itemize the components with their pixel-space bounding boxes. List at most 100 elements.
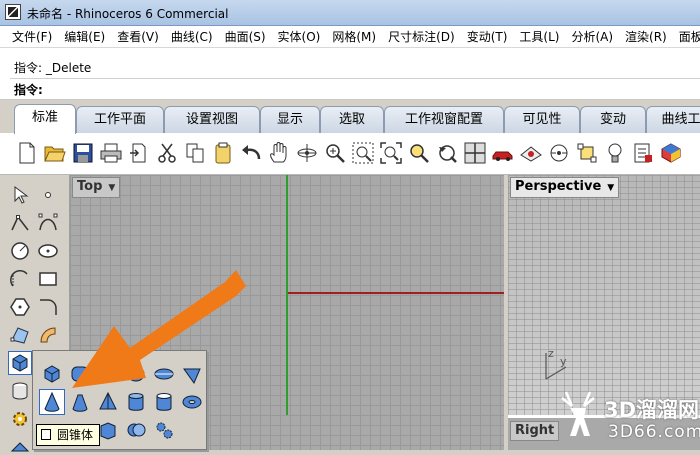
import-icon[interactable] bbox=[126, 140, 152, 166]
solid-tools-gear-icon[interactable] bbox=[151, 417, 177, 443]
menu-bar: 文件(F) 编辑(E) 查看(V) 曲线(C) 曲面(S) 实体(O) 网格(M) 尺寸标注(… bbox=[0, 26, 700, 48]
open-folder-icon[interactable] bbox=[42, 140, 68, 166]
toolbar-tabs: 标准 工作平面 设置视图 显示 选取 工作视窗配置 可见性 变动 曲线工 bbox=[0, 100, 700, 134]
sphere-icon[interactable] bbox=[67, 361, 93, 387]
paraboloid-icon[interactable] bbox=[151, 361, 177, 387]
menu-mesh[interactable]: 网格(M) bbox=[326, 26, 382, 47]
menu-view[interactable]: 查看(V) bbox=[111, 26, 165, 47]
viewport-title-perspective[interactable]: Perspective ▼ bbox=[510, 177, 620, 198]
boolean-icon[interactable] bbox=[123, 417, 149, 443]
chevron-down-icon: ▼ bbox=[607, 183, 615, 193]
new-file-icon[interactable] bbox=[14, 140, 40, 166]
tooltip-text: 圆锥体 bbox=[57, 428, 94, 442]
command-prompt-label: 指令: bbox=[14, 83, 43, 97]
cut-icon[interactable] bbox=[154, 140, 180, 166]
menu-curve[interactable]: 曲线(C) bbox=[165, 26, 219, 47]
select-points-icon[interactable] bbox=[574, 140, 600, 166]
tab-select[interactable]: 选取 bbox=[320, 106, 384, 133]
watermark-site: 3D66.com bbox=[608, 422, 700, 442]
save-icon[interactable] bbox=[70, 140, 96, 166]
zoom-extents-icon[interactable] bbox=[378, 140, 404, 166]
layer-icon[interactable] bbox=[630, 140, 656, 166]
tab-visibility[interactable]: 可见性 bbox=[504, 106, 580, 133]
analyze-icon[interactable] bbox=[8, 431, 32, 455]
polyline-icon[interactable] bbox=[8, 211, 32, 235]
pan-hand-icon[interactable] bbox=[266, 140, 292, 166]
perspective-viewport[interactable]: Perspective ▼ z y bbox=[508, 175, 700, 415]
tab-display[interactable]: 显示 bbox=[260, 106, 320, 133]
print-icon[interactable] bbox=[98, 140, 124, 166]
paste-icon[interactable] bbox=[210, 140, 236, 166]
solid-box-icon[interactable] bbox=[8, 351, 32, 375]
copy-icon[interactable] bbox=[182, 140, 208, 166]
y-axis-line bbox=[286, 175, 288, 415]
tab-viewport-layout[interactable]: 工作视窗配置 bbox=[384, 106, 504, 133]
mouse-icon bbox=[41, 429, 51, 440]
tab-set-view[interactable]: 设置视图 bbox=[164, 106, 260, 133]
torus-icon[interactable] bbox=[179, 389, 205, 415]
zoom-selected-icon[interactable] bbox=[406, 140, 432, 166]
polygon-icon[interactable] bbox=[8, 295, 32, 319]
undo-icon[interactable] bbox=[238, 140, 264, 166]
undo-view-icon[interactable] bbox=[434, 140, 460, 166]
axis-indicator: z y bbox=[545, 347, 567, 380]
surface-from-points-icon[interactable] bbox=[8, 323, 32, 347]
pyramid-icon[interactable] bbox=[95, 389, 121, 415]
menu-dimension[interactable]: 尺寸标注(D) bbox=[382, 26, 461, 47]
tab-curve-tools[interactable]: 曲线工 bbox=[646, 106, 700, 133]
menu-surface[interactable]: 曲面(S) bbox=[219, 26, 272, 47]
render-preview-icon[interactable] bbox=[518, 140, 544, 166]
watermark-brand: 3D溜溜网 bbox=[604, 398, 700, 422]
cylinder-tube-icon[interactable] bbox=[151, 389, 177, 415]
menu-analyze[interactable]: 分析(A) bbox=[565, 26, 619, 47]
axis-z-label: z bbox=[548, 347, 554, 360]
menu-transform[interactable]: 变动(T) bbox=[461, 26, 514, 47]
mesh-cylinder-icon[interactable] bbox=[8, 379, 32, 403]
pipe-icon[interactable] bbox=[179, 361, 205, 387]
axis-y-label: y bbox=[560, 355, 567, 368]
zoom-icon[interactable] bbox=[322, 140, 348, 166]
truncated-cone-icon[interactable] bbox=[67, 389, 93, 415]
tab-standard[interactable]: 标准 bbox=[14, 104, 76, 134]
rectangle-icon[interactable] bbox=[36, 267, 60, 291]
fillet-curve-icon[interactable] bbox=[36, 295, 60, 319]
car-icon[interactable] bbox=[490, 140, 516, 166]
lightbulb-icon[interactable] bbox=[602, 140, 628, 166]
tab-cplanes[interactable]: 工作平面 bbox=[76, 106, 164, 133]
viewport-title-top[interactable]: Top ▼ bbox=[72, 177, 121, 198]
display-mode-icon[interactable] bbox=[658, 140, 684, 166]
menu-edit[interactable]: 编辑(E) bbox=[58, 26, 111, 47]
rhino-app-icon[interactable] bbox=[5, 4, 21, 20]
cone-icon[interactable] bbox=[39, 389, 65, 415]
extrude-surface-icon[interactable] bbox=[36, 323, 60, 347]
x-axis-line bbox=[288, 292, 504, 294]
transform-gear-icon[interactable] bbox=[8, 407, 32, 431]
rotate-view-icon[interactable] bbox=[294, 140, 320, 166]
snap-icon[interactable] bbox=[546, 140, 572, 166]
ellipse-icon[interactable] bbox=[36, 239, 60, 263]
title-bar: 未命名 - Rhinoceros 6 Commercial bbox=[0, 0, 700, 26]
cylinder-icon[interactable] bbox=[123, 389, 149, 415]
control-point-curve-icon[interactable] bbox=[36, 211, 60, 235]
circle-icon[interactable] bbox=[8, 239, 32, 263]
zoom-window-icon[interactable] bbox=[350, 140, 376, 166]
menu-file[interactable]: 文件(F) bbox=[0, 26, 58, 47]
command-input[interactable] bbox=[48, 79, 688, 95]
select-arrow-icon[interactable] bbox=[8, 183, 32, 207]
menu-tools[interactable]: 工具(L) bbox=[513, 26, 565, 47]
command-history: 指令: _Delete bbox=[14, 61, 92, 75]
menu-render[interactable]: 渲染(R) bbox=[619, 26, 673, 47]
menu-solid[interactable]: 实体(O) bbox=[272, 26, 327, 47]
standard-toolbar bbox=[0, 133, 700, 175]
menu-panels[interactable]: 面板 bbox=[673, 26, 700, 47]
window-title: 未命名 - Rhinoceros 6 Commercial bbox=[27, 7, 229, 21]
tab-transform[interactable]: 变动 bbox=[580, 106, 646, 133]
box-icon[interactable] bbox=[39, 361, 65, 387]
arc-icon[interactable] bbox=[8, 267, 32, 291]
chevron-down-icon: ▼ bbox=[108, 183, 116, 193]
ellipsoid-icon[interactable] bbox=[123, 361, 149, 387]
command-area: 指令: _Delete 指令: bbox=[0, 48, 700, 100]
point-icon[interactable] bbox=[36, 183, 60, 207]
four-viewports-icon[interactable] bbox=[462, 140, 488, 166]
cone-tooltip: 圆锥体 bbox=[36, 424, 101, 446]
